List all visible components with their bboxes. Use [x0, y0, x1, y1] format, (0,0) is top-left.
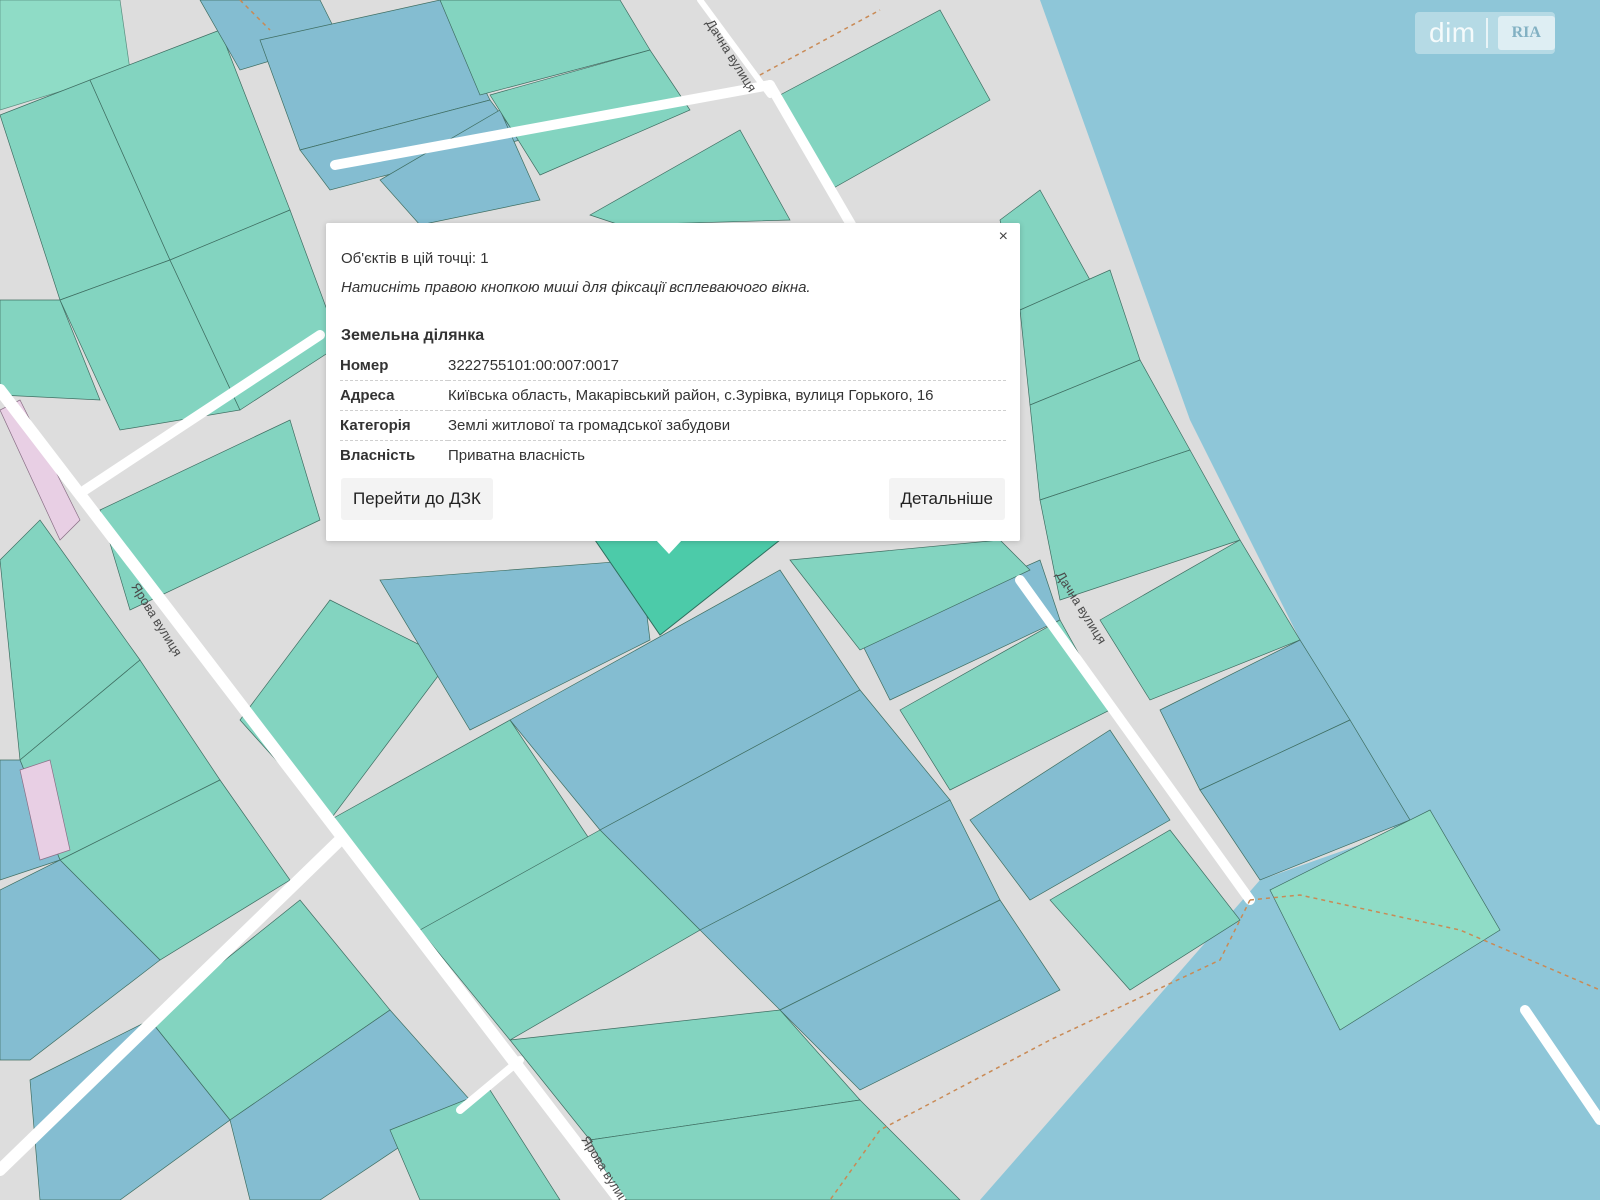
- popup-pointer: [656, 540, 682, 554]
- attr-value-number: 3222755101:00:007:0017: [448, 351, 1006, 381]
- table-row: Власність Приватна власність: [340, 441, 1006, 471]
- logo-text: dim: [1429, 17, 1476, 48]
- cadastral-map[interactable]: Дачна вулиця Ярова вулиця Дачна вулиця Я…: [0, 0, 1600, 1200]
- attr-key-address: Адреса: [340, 380, 448, 411]
- table-row: Номер 3222755101:00:007:0017: [340, 351, 1006, 381]
- attr-value-address: Київська область, Макарівський район, с.…: [448, 380, 1006, 411]
- table-row: Категорія Землі житлової та громадської …: [340, 410, 1006, 441]
- close-icon[interactable]: ×: [999, 228, 1008, 246]
- logo-separator: [1485, 18, 1488, 48]
- table-row: Адреса Київська область, Макарівський ра…: [340, 380, 1006, 411]
- popup-hint: Натисніть правою кнопкою миші для фіксац…: [341, 279, 811, 296]
- attr-key-category: Категорія: [340, 410, 448, 441]
- parcel-attributes-table: Номер 3222755101:00:007:0017 Адреса Київ…: [340, 351, 1006, 470]
- objects-count: Об'єктів в цій точці: 1: [341, 250, 489, 267]
- attr-key-ownership: Власність: [340, 447, 416, 464]
- parcel-info-popup: × Об'єктів в цій точці: 1 Натисніть прав…: [326, 223, 1020, 541]
- dimria-logo[interactable]: dim RIA: [1415, 12, 1555, 54]
- attr-key-number: Номер: [340, 351, 448, 381]
- attr-value-category: Землі житлової та громадської забудови: [448, 410, 1006, 441]
- attr-value-ownership: Приватна власність: [448, 447, 585, 464]
- go-to-dzk-button[interactable]: Перейти до ДЗК: [341, 478, 493, 520]
- details-button[interactable]: Детальніше: [888, 478, 1005, 520]
- logo-badge-text: RIA: [1511, 24, 1541, 41]
- map-canvas[interactable]: [0, 0, 1600, 1200]
- popup-heading: Земельна ділянка: [341, 327, 485, 344]
- logo-badge: RIA: [1497, 16, 1555, 50]
